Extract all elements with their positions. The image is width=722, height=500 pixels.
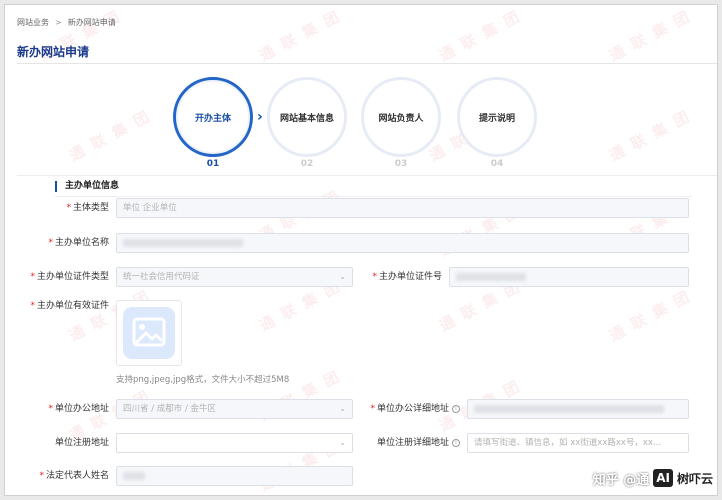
reg-addr-select[interactable]: ⌄ xyxy=(116,433,353,453)
watermark: 通 联 集 团 xyxy=(256,6,344,65)
office-addr-label: * 单位办公地址 xyxy=(48,404,109,414)
step-label: 开办主体 xyxy=(194,113,231,124)
step-1[interactable]: 开办主体 xyxy=(173,77,253,157)
step-2[interactable]: 网站基本信息 xyxy=(267,77,347,157)
breadcrumb-item-current: 新办网站申请 xyxy=(67,17,116,27)
legal-rep-input[interactable] xyxy=(116,466,353,486)
upload-hint: 支持png,jpeg,jpg格式，文件大小不超过5M8 xyxy=(116,375,290,385)
redacted-value xyxy=(123,238,243,247)
chevron-right-icon: › xyxy=(257,109,263,125)
breadcrumb-item-business[interactable]: 网站业务 xyxy=(17,17,49,28)
watermark: 通 联 集 团 xyxy=(606,286,694,345)
org-name-input[interactable] xyxy=(116,233,689,253)
redacted-value xyxy=(474,404,664,413)
divider xyxy=(17,63,717,64)
step-3[interactable]: 网站负责人 xyxy=(361,77,441,157)
corner-watermark: 知乎 @通 AI 树吓云 xyxy=(592,469,713,488)
step-number: 02 xyxy=(300,159,314,169)
step-label: 网站负责人 xyxy=(378,113,424,124)
watermark: 通 联 集 团 xyxy=(606,6,694,65)
image-placeholder-icon xyxy=(123,307,175,359)
divider xyxy=(17,175,717,176)
office-detail-label: * 单位办公详细地址 i xyxy=(360,399,460,419)
step-number: 04 xyxy=(490,159,504,169)
watermark: 通 联 集 团 xyxy=(606,106,694,165)
step-label: 提示说明 xyxy=(478,113,515,124)
divider xyxy=(55,196,692,197)
cert-no-label: * 主办单位证件号 xyxy=(372,272,442,282)
page-title: 新办网站申请 xyxy=(17,45,90,59)
info-icon[interactable]: i xyxy=(452,404,460,413)
reg-detail-label: 单位注册详细地址 i xyxy=(360,433,460,453)
upload-button[interactable] xyxy=(116,300,182,366)
cert-type-label: * 主办单位证件类型 xyxy=(30,272,109,282)
watermark: 通 联 集 团 xyxy=(436,6,524,65)
ai-logo-icon: AI xyxy=(653,469,673,487)
breadcrumb: 网站业务 > 新办网站申请 xyxy=(17,15,116,29)
subject-type-field: 单位 企业单位 xyxy=(116,198,689,218)
reg-addr-label: 单位注册地址 xyxy=(54,438,109,448)
org-name-label: * 主办单位名称 xyxy=(48,238,109,248)
chevron-down-icon: ⌄ xyxy=(339,438,346,447)
step-4[interactable]: 提示说明 xyxy=(457,77,537,157)
info-icon[interactable]: i xyxy=(452,438,460,447)
step-number: 03 xyxy=(394,159,408,169)
redacted-value xyxy=(123,471,145,480)
subject-type-label: * 主体类型 xyxy=(66,203,109,213)
section-title: 主办单位信息 xyxy=(55,181,119,192)
legal-rep-label: * 法定代表人姓名 xyxy=(39,471,109,481)
step-number: 01 xyxy=(206,159,220,169)
office-addr-select[interactable]: 四川省 / 成都市 / 金牛区 ⌄ xyxy=(116,399,353,419)
page-frame: 通 联 集 团 通 联 集 团 通 联 集 团 通 联 集 团 通 联 集 团 … xyxy=(4,4,718,496)
cert-no-input[interactable] xyxy=(449,267,689,287)
cert-type-select[interactable]: 统一社会信用代码证 ⌄ xyxy=(116,267,353,287)
watermark: 通 联 集 团 xyxy=(66,106,154,165)
breadcrumb-separator: > xyxy=(55,17,62,27)
valid-cert-label: * 主办单位有效证件 xyxy=(30,301,109,311)
step-label: 网站基本信息 xyxy=(279,113,334,124)
redacted-value xyxy=(456,272,526,281)
chevron-down-icon: ⌄ xyxy=(339,404,346,413)
reg-detail-input[interactable]: 请填写街道、镇信息，如 xx街道xx路xx号，xx... xyxy=(467,433,689,453)
office-detail-input[interactable] xyxy=(467,399,689,419)
chevron-down-icon: ⌄ xyxy=(339,272,346,281)
